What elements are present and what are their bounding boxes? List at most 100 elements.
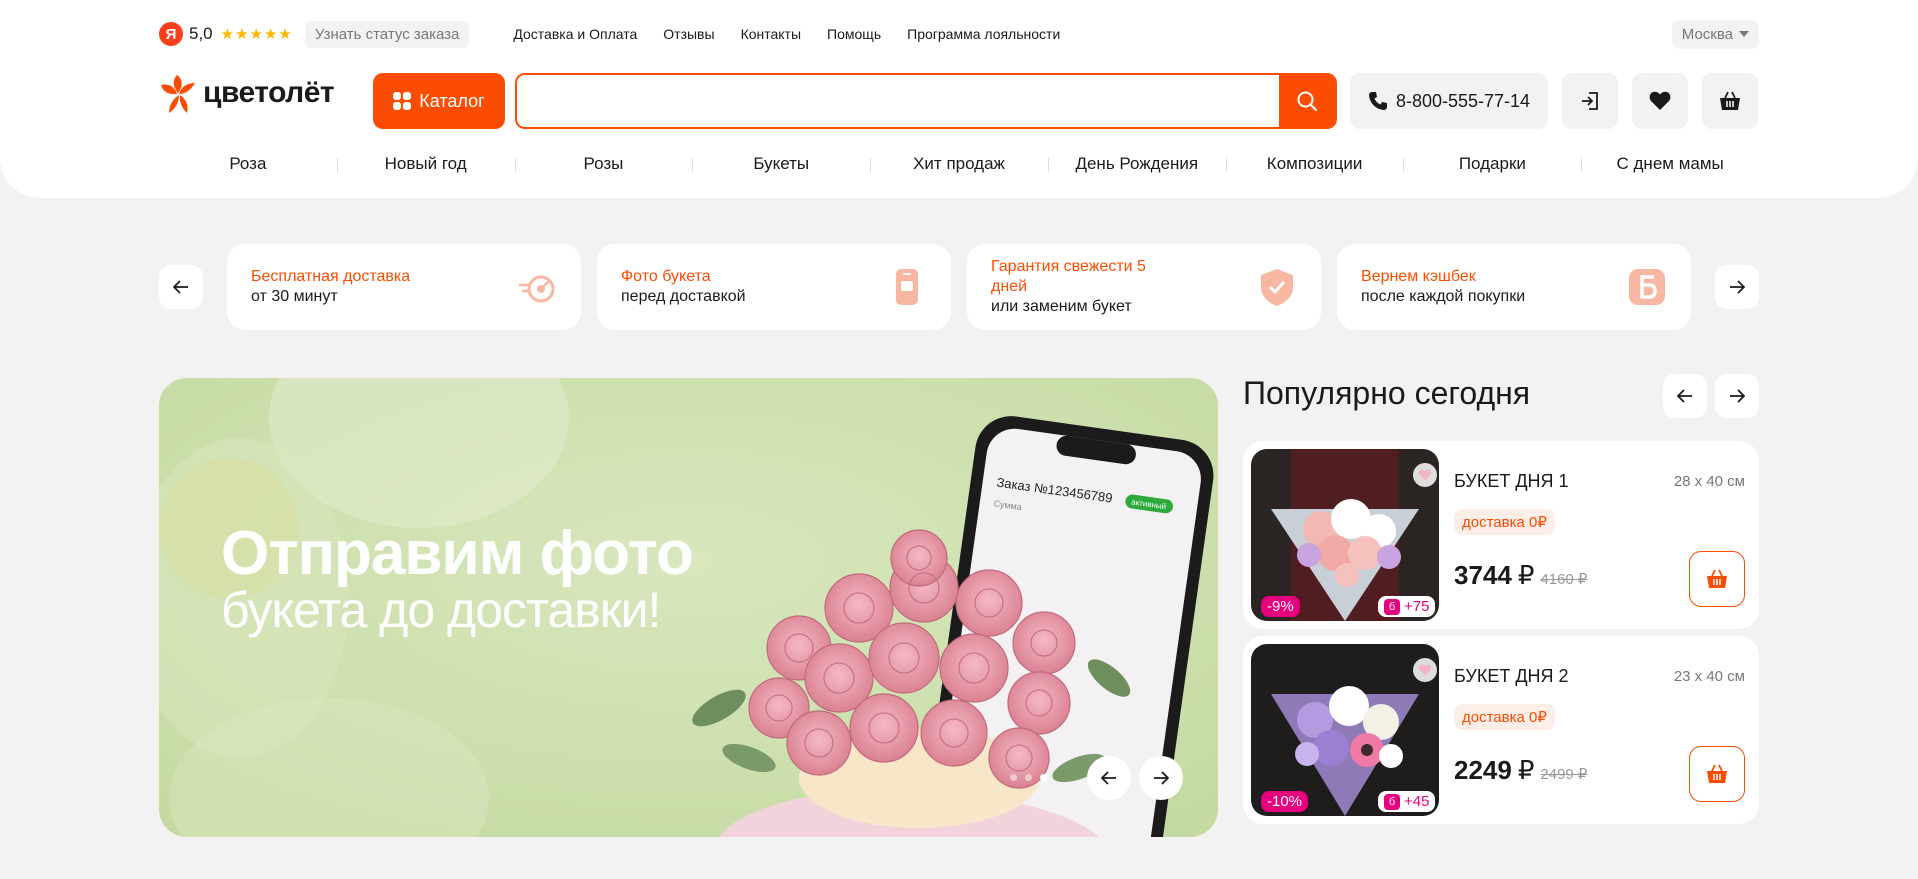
nav-link-contacts[interactable]: Контакты — [741, 26, 801, 42]
old-price: 4160 ₽ — [1540, 571, 1588, 588]
bonus-badge: б +75 — [1378, 596, 1436, 617]
discount-badge: -9% — [1261, 596, 1300, 617]
category-link[interactable]: Подарки — [1403, 150, 1581, 178]
login-icon — [1582, 92, 1598, 110]
yandex-logo-icon: Я — [159, 22, 183, 46]
benefit-card-cashback: Вернем кэшбек после каждой покупки — [1337, 244, 1691, 330]
bonus-icon: б — [1384, 793, 1400, 810]
promo-banner[interactable]: Заказ №123456789 активный Сумма Отправим… — [159, 378, 1218, 837]
bonus-value: +75 — [1404, 598, 1430, 615]
banner-prev-button[interactable] — [1087, 756, 1131, 800]
heart-icon — [1418, 469, 1432, 481]
product-name[interactable]: БУКЕТ ДНЯ 2 — [1454, 666, 1569, 687]
chevron-down-icon — [1739, 31, 1749, 37]
product-card[interactable]: -9% б +75 БУКЕТ ДНЯ 1 28 х 40 см доставка… — [1243, 441, 1759, 629]
site-header: Я 5,0 ★★★★★ Узнать статус заказа Доставк… — [0, 0, 1918, 198]
rating-value: 5,0 — [189, 24, 213, 43]
heart-icon — [1418, 664, 1432, 676]
catalog-label: Каталог — [419, 90, 485, 111]
bonus-value: +45 — [1404, 793, 1430, 810]
pagination-dot-active[interactable] — [1040, 774, 1047, 781]
arrow-right-icon — [1730, 389, 1745, 403]
benefit-subtitle: после каждой покупки — [1361, 288, 1526, 305]
nav-link-loyalty[interactable]: Программа лояльности — [907, 26, 1060, 42]
favorites-button[interactable] — [1632, 73, 1688, 129]
pagination-dot[interactable] — [1010, 774, 1017, 781]
nav-link-delivery[interactable]: Доставка и Оплата — [513, 26, 637, 42]
arrow-right-icon — [1154, 771, 1169, 785]
nav-link-help[interactable]: Помощь — [827, 26, 881, 42]
product-name[interactable]: БУКЕТ ДНЯ 1 — [1454, 471, 1569, 492]
arrow-left-icon — [1677, 389, 1692, 403]
category-link[interactable]: Композиции — [1225, 150, 1404, 178]
category-link[interactable]: Розы — [514, 150, 693, 178]
benefits-next-button[interactable] — [1715, 265, 1759, 309]
product-size: 23 х 40 см — [1673, 668, 1745, 685]
logo-petal-icon — [161, 75, 195, 113]
basket-icon — [1707, 764, 1727, 783]
basket-icon — [1720, 91, 1740, 110]
product-price: 2249 ₽ 2499 ₽ — [1454, 755, 1587, 786]
search-input[interactable] — [517, 75, 1279, 127]
phone-photo-icon — [896, 269, 918, 305]
benefit-title: Фото букета — [621, 268, 711, 285]
catalog-button[interactable]: Каталог — [373, 73, 505, 129]
rating-stars-icon: ★★★★★ — [220, 26, 293, 43]
bonus-badge: б +45 — [1378, 791, 1436, 812]
cashback-icon — [1629, 269, 1665, 305]
benefit-subtitle: или заменим букет — [991, 298, 1132, 315]
favorite-toggle[interactable] — [1413, 463, 1437, 487]
price-currency: ₽ — [1517, 560, 1535, 590]
category-link[interactable]: День Рождения — [1047, 150, 1226, 178]
category-link[interactable]: Хит продаж — [870, 150, 1048, 178]
popular-prev-button[interactable] — [1663, 374, 1707, 418]
category-nav: Роза Новый год Розы Букеты Хит продаж Де… — [159, 150, 1759, 178]
phone-number: 8-800-555-77-14 — [1395, 90, 1531, 111]
search-bar — [515, 73, 1337, 129]
category-link[interactable]: Букеты — [692, 150, 870, 178]
banner-next-button[interactable] — [1139, 756, 1183, 800]
product-image[interactable]: -10% б +45 — [1251, 644, 1439, 816]
city-selector[interactable]: Москва — [1671, 19, 1759, 49]
add-to-cart-button[interactable] — [1689, 551, 1745, 607]
benefit-subtitle: от 30 минут — [251, 288, 338, 305]
login-button[interactable] — [1562, 73, 1618, 129]
top-bar: Я 5,0 ★★★★★ Узнать статус заказа Доставк… — [159, 19, 1759, 49]
benefit-card-delivery: Бесплатная доставка от 30 минут — [227, 244, 581, 330]
category-link[interactable]: Роза — [159, 150, 337, 178]
arrow-left-icon — [1101, 771, 1116, 785]
banner-subtitle: букета до доставки! — [221, 582, 661, 638]
old-price: 2499 ₽ — [1540, 766, 1588, 783]
order-status-button[interactable]: Узнать статус заказа — [304, 20, 470, 48]
arrow-left-icon — [173, 280, 188, 294]
fast-delivery-icon — [519, 275, 555, 303]
cart-button[interactable] — [1702, 73, 1758, 129]
banner-pagination — [1010, 774, 1047, 781]
product-card[interactable]: -10% б +45 БУКЕТ ДНЯ 2 23 х 40 см доставк… — [1243, 636, 1759, 824]
popular-next-button[interactable] — [1715, 374, 1759, 418]
site-logo[interactable]: цветолёт — [159, 71, 335, 115]
search-button[interactable] — [1279, 75, 1335, 127]
product-image[interactable]: -9% б +75 — [1251, 449, 1439, 621]
delivery-badge: доставка 0₽ — [1454, 509, 1555, 535]
price-value: 2249 — [1454, 755, 1512, 785]
grid-icon — [393, 92, 412, 110]
benefits-prev-button[interactable] — [159, 265, 203, 309]
nav-link-reviews[interactable]: Отзывы — [663, 26, 714, 42]
benefit-subtitle: перед доставкой — [621, 288, 746, 305]
phone-button[interactable]: 8-800-555-77-14 — [1350, 73, 1548, 129]
price-value: 3744 — [1454, 560, 1512, 590]
bonus-icon: б — [1384, 598, 1400, 615]
top-nav: Доставка и Оплата Отзывы Контакты Помощь… — [513, 26, 1060, 42]
category-link[interactable]: Новый год — [336, 150, 515, 178]
product-size: 28 х 40 см — [1673, 473, 1745, 490]
search-icon — [1297, 91, 1318, 112]
arrow-right-icon — [1730, 280, 1745, 294]
category-link[interactable]: С днем мамы — [1581, 150, 1759, 178]
delivery-badge: доставка 0₽ — [1454, 704, 1555, 730]
pagination-dot[interactable] — [1025, 774, 1032, 781]
basket-icon — [1707, 569, 1727, 588]
product-price: 3744 ₽ 4160 ₽ — [1454, 560, 1587, 591]
add-to-cart-button[interactable] — [1689, 746, 1745, 802]
favorite-toggle[interactable] — [1413, 658, 1437, 682]
